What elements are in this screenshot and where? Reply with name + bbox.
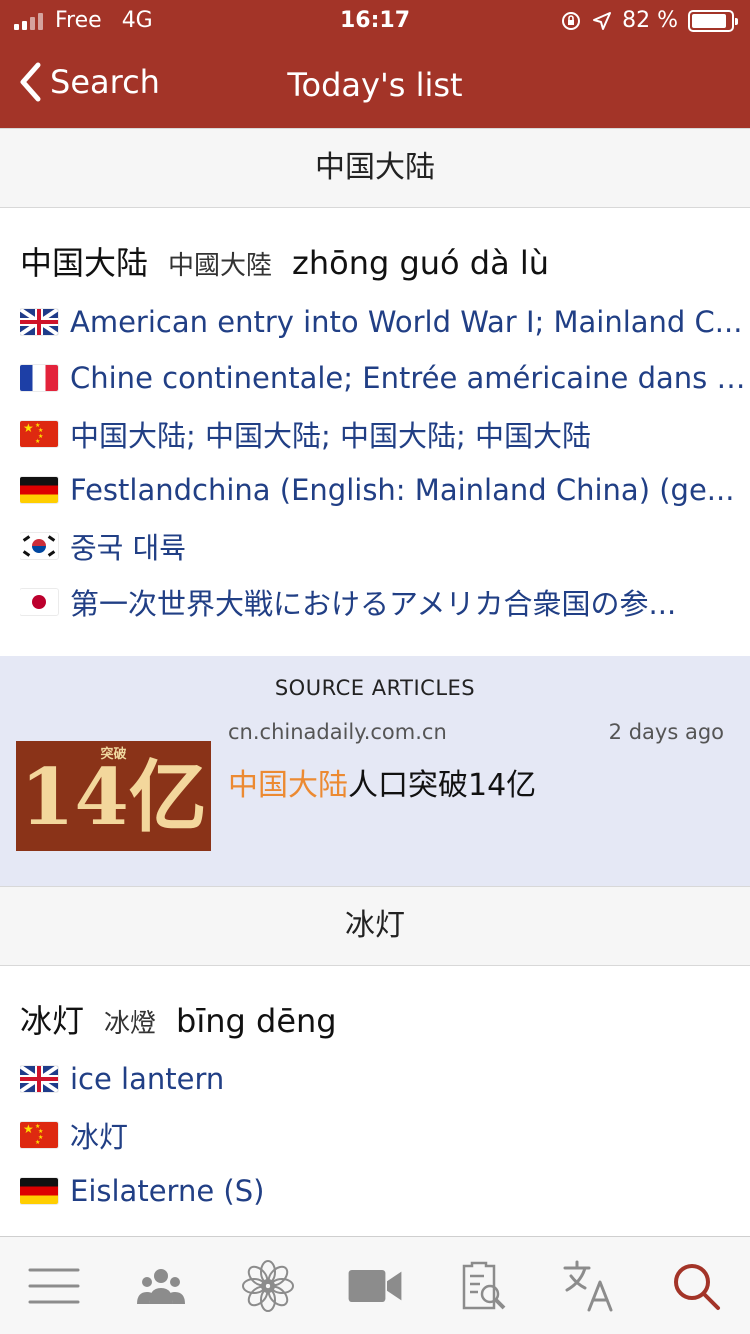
translation-text: Chine continentale; Entrée américaine da… — [70, 361, 750, 395]
page-title: Today's list — [287, 66, 463, 104]
tab-bar — [0, 1236, 750, 1334]
translation-row-chinese[interactable]: ★ ★ ★ ★ ★ 冰灯 — [20, 1107, 750, 1163]
entry-pinyin: zhōng guó dà lù — [292, 244, 550, 282]
article-domain: cn.chinadaily.com.cn — [228, 720, 447, 744]
video-icon — [348, 1269, 402, 1302]
translation-row-english[interactable]: American entry into World War I; Mainlan… — [20, 294, 750, 350]
navigation-bar: Search Today's list — [0, 56, 750, 116]
de-flag-icon — [20, 1178, 58, 1204]
translation-list-2: ice lantern ★ ★ ★ ★ ★ 冰灯 Eislaterne (S) — [20, 1051, 750, 1219]
tab-people[interactable] — [107, 1237, 214, 1334]
translation-text: 중국 대륙 — [70, 531, 186, 565]
tab-translate[interactable] — [536, 1237, 643, 1334]
tab-menu[interactable] — [0, 1237, 107, 1334]
uk-flag-icon — [20, 1066, 58, 1092]
tab-search[interactable] — [643, 1237, 750, 1334]
article-time: 2 days ago — [608, 720, 724, 744]
translation-text: 冰灯 — [70, 1120, 129, 1154]
translation-text: Festlandchina (English: Mainland China) … — [70, 473, 735, 507]
translate-icon — [563, 1260, 613, 1311]
flower-icon — [241, 1259, 294, 1312]
entry-head-1[interactable]: 中国大陆 中國大陸 zhōng guó dà lù — [20, 238, 549, 284]
tab-document-search[interactable] — [429, 1237, 536, 1334]
status-bar: Free 4G 16:17 82 % — [0, 0, 750, 42]
translation-text: 第一次世界大戦におけるアメリカ合衆国の参... — [70, 587, 677, 621]
translation-row-korean[interactable]: 중국 대륙 — [20, 518, 750, 574]
translation-list-1: American entry into World War I; Mainlan… — [20, 294, 750, 630]
fr-flag-icon — [20, 365, 58, 391]
translation-text: Eislaterne (S) — [70, 1174, 265, 1208]
uk-flag-icon — [20, 309, 58, 335]
entry-pinyin: bīng dēng — [176, 1002, 337, 1040]
de-flag-icon — [20, 477, 58, 503]
battery-icon — [688, 9, 738, 32]
cn-flag-icon: ★ ★ ★ ★ ★ — [20, 1122, 58, 1148]
tab-video[interactable] — [321, 1237, 428, 1334]
cn-flag-icon: ★ ★ ★ ★ ★ — [20, 421, 58, 447]
entry-traditional: 中國大陸 — [168, 251, 273, 281]
status-right: 82 % — [560, 8, 738, 33]
translation-text: 中国大陆; 中国大陆; 中国大陆; 中国大陆 — [70, 419, 591, 453]
translation-row-german[interactable]: Eislaterne (S) — [20, 1163, 750, 1219]
orientation-lock-icon — [562, 11, 581, 30]
search-icon — [674, 1263, 721, 1310]
headline-rest: 人口突破14亿 — [348, 768, 537, 803]
translation-row-french[interactable]: Chine continentale; Entrée américaine da… — [20, 350, 750, 406]
kr-flag-icon — [20, 533, 58, 559]
jp-flag-icon — [20, 589, 58, 615]
article-thumbnail[interactable]: 突破 14亿 — [16, 741, 211, 851]
translation-row-japanese[interactable]: 第一次世界大戦におけるアメリカ合衆国の参... — [20, 574, 750, 630]
section-header-2: 冰灯 — [0, 886, 750, 966]
thumbnail-big-text: 14亿 — [20, 752, 207, 843]
tab-flower[interactable] — [214, 1237, 321, 1334]
entry-traditional: 冰燈 — [104, 1009, 157, 1039]
entry-simplified: 中国大陆 — [20, 244, 149, 282]
entry-simplified: 冰灯 — [20, 1002, 85, 1040]
translation-row-german[interactable]: Festlandchina (English: Mainland China) … — [20, 462, 750, 518]
location-icon — [593, 11, 612, 30]
article-headline[interactable]: 中国大陆人口突破14亿 — [228, 760, 536, 804]
source-articles-label: SOURCE ARTICLES — [274, 676, 476, 700]
section-header-1: 中国大陆 — [0, 128, 750, 208]
translation-row-chinese[interactable]: ★ ★ ★ ★ ★ 中国大陆; 中国大陆; 中国大陆; 中国大陆 — [20, 406, 750, 462]
battery-percent: 82 % — [622, 8, 678, 33]
entry-head-2[interactable]: 冰灯 冰燈 bīng dēng — [20, 996, 337, 1042]
menu-icon — [28, 1268, 80, 1303]
document-search-icon — [462, 1261, 506, 1309]
people-icon — [136, 1268, 185, 1304]
app-header: Free 4G 16:17 82 % Search Today's list — [0, 0, 750, 128]
translation-row-english[interactable]: ice lantern — [20, 1051, 750, 1107]
translation-text: ice lantern — [70, 1062, 225, 1096]
translation-text: American entry into World War I; Mainlan… — [70, 305, 743, 339]
headline-highlight: 中国大陆 — [228, 768, 348, 803]
source-articles: SOURCE ARTICLES 突破 14亿 cn.chinadaily.com… — [0, 656, 750, 886]
